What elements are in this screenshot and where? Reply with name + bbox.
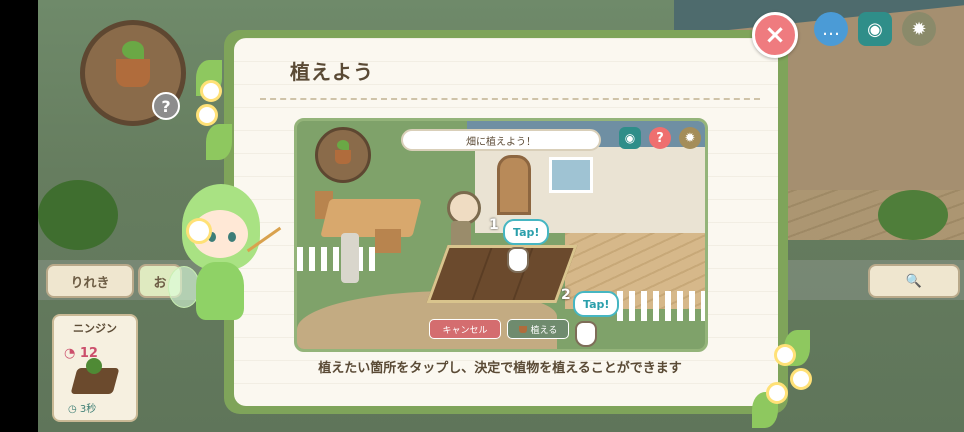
tree xyxy=(38,180,118,250)
fairy-dress xyxy=(196,262,244,320)
character-head xyxy=(447,191,481,225)
tutorial-fence xyxy=(617,291,705,321)
dialog-title: 植えよう xyxy=(290,60,374,84)
tutorial-chair xyxy=(375,229,401,253)
tutorial-field-plot xyxy=(426,245,578,303)
dialog-instruction: 植えたい箇所をタップし、決定で植物を植えることができます xyxy=(318,361,682,376)
hand-pointer-icon xyxy=(575,321,597,347)
flower-decoration xyxy=(200,80,222,102)
pot-icon xyxy=(116,41,150,87)
pot-icon xyxy=(335,150,351,164)
gear-icon: ✹ xyxy=(679,127,701,149)
tutorial-cancel-button: キャンセル xyxy=(429,319,501,339)
top-toolbar: … ◉ ✹ xyxy=(814,12,936,46)
chat-icon[interactable]: … xyxy=(814,12,848,46)
dialog-divider xyxy=(260,98,760,100)
tutorial-window xyxy=(549,157,593,193)
tutorial-fence xyxy=(297,247,377,271)
step-number: 2 xyxy=(561,287,571,303)
sprout-icon xyxy=(122,41,144,59)
tutorial-speech-bubble: 畑に植えよう！ xyxy=(401,129,601,151)
flower-decoration xyxy=(196,104,218,126)
plant-button-label: 植える xyxy=(530,325,558,336)
flower-decoration xyxy=(774,344,796,366)
search-button[interactable]: 🔍 xyxy=(868,264,960,298)
item-card-carrot[interactable]: ニンジン ◔ 12 ◷ 3秒 xyxy=(52,314,138,422)
flower-icon xyxy=(186,218,212,244)
fairy-eye xyxy=(228,232,236,242)
gear-icon[interactable]: ✹ xyxy=(902,12,936,46)
tap-bubble: Tap! xyxy=(503,219,550,245)
tutorial-door xyxy=(497,155,531,215)
tutorial-lantern xyxy=(341,233,359,283)
tutorial-plant-button: 植える xyxy=(507,319,569,339)
item-time: ◷ 3秒 xyxy=(68,404,97,415)
tab-history[interactable]: りれき xyxy=(46,264,134,298)
sprout-icon xyxy=(337,140,349,150)
camera-icon: ◉ xyxy=(619,127,641,149)
close-icon: × xyxy=(764,20,786,50)
fairy-character xyxy=(168,178,288,354)
flower-decoration xyxy=(790,368,812,390)
leaf-decoration xyxy=(206,124,232,160)
tutorial-image: 畑に植えよう！ ◉ ? ✹ 1 Tap! キャンセル 植える 2 Tap! xyxy=(294,118,708,352)
camera-icon[interactable]: ◉ xyxy=(858,12,892,46)
search-icon: 🔍 xyxy=(905,273,923,289)
help-icon[interactable]: ? xyxy=(152,92,180,120)
tutorial-garden-badge xyxy=(315,127,371,183)
step-number: 1 xyxy=(489,217,499,233)
tutorial-table xyxy=(320,199,422,237)
bush xyxy=(878,190,948,240)
carrot-sprout-icon xyxy=(86,358,102,374)
item-time-value: 3秒 xyxy=(79,404,97,415)
close-button[interactable]: × xyxy=(752,12,798,58)
tap-bubble: Tap! xyxy=(573,291,620,317)
item-name: ニンジン xyxy=(73,322,117,335)
help-icon: ? xyxy=(649,127,671,149)
hand-pointer-icon xyxy=(507,247,529,273)
flower-decoration xyxy=(766,382,788,404)
pot-icon xyxy=(518,325,527,333)
